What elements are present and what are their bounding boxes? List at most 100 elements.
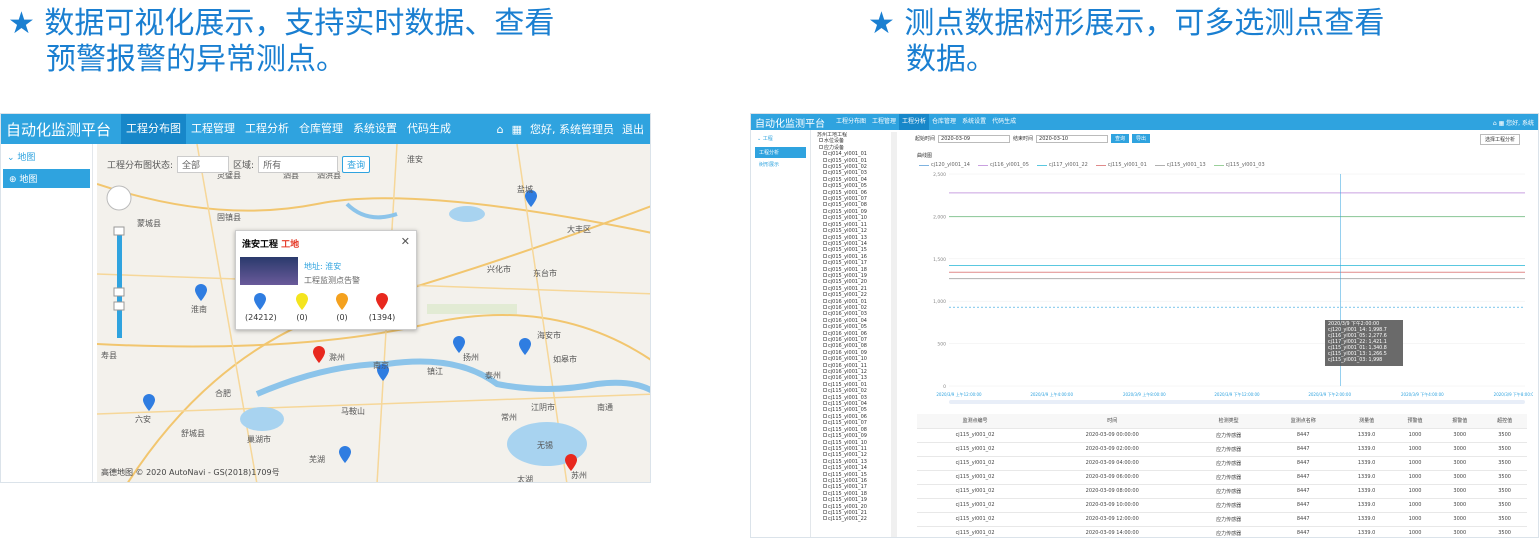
close-icon[interactable]: ✕ <box>401 235 410 248</box>
checkbox[interactable] <box>823 311 827 316</box>
checkbox[interactable] <box>823 471 827 476</box>
tree-scrollbar[interactable] <box>891 132 897 537</box>
checkbox[interactable] <box>823 343 827 348</box>
query-button[interactable]: 查询 <box>1111 134 1130 143</box>
column-header[interactable]: 预警值 <box>1392 414 1438 429</box>
export-button[interactable]: 导出 <box>1132 134 1151 143</box>
checkbox[interactable] <box>823 240 827 245</box>
checkbox[interactable] <box>823 234 827 239</box>
checkbox[interactable] <box>823 439 827 444</box>
user-greeting[interactable]: 您好, 系统管理员 <box>530 121 614 137</box>
column-header[interactable]: 报警值 <box>1437 414 1483 429</box>
legend-item[interactable]: cj120_yl001_14 <box>919 162 970 168</box>
checkbox[interactable] <box>823 183 827 188</box>
nav-item-project-mgmt[interactable]: 工程管理 <box>186 114 240 144</box>
search-button[interactable]: 查询 <box>342 156 371 173</box>
checkbox[interactable] <box>823 497 827 502</box>
nav-item-codegen[interactable]: 代码生成 <box>989 114 1019 130</box>
nav-item-map[interactable]: 工程分布图 <box>121 114 187 144</box>
checkbox[interactable] <box>823 407 827 412</box>
checkbox[interactable] <box>823 292 827 297</box>
table-row[interactable]: cj115_yl001_02 2020-03-09 12:00:00 应力传感器 84… <box>917 512 1527 527</box>
checkbox[interactable] <box>823 266 827 271</box>
map-pin-blue[interactable] <box>453 336 465 353</box>
checkbox[interactable] <box>823 272 827 277</box>
checkbox[interactable] <box>823 208 827 213</box>
nav-item-project-mgmt[interactable]: 工程管理 <box>869 114 899 130</box>
zoom-control[interactable] <box>103 184 135 344</box>
legend-item[interactable]: cj115_yl001_03 <box>1213 162 1265 168</box>
checkbox[interactable] <box>823 304 827 309</box>
table-row[interactable]: cj115_yl001_02 2020-03-09 14:00:00 应力传感器 84… <box>917 526 1527 537</box>
checkbox[interactable] <box>823 484 827 489</box>
checkbox[interactable] <box>819 138 823 143</box>
map-pin-blue[interactable] <box>339 446 351 463</box>
nav-item-warehouse[interactable]: 仓库管理 <box>929 114 959 130</box>
checkbox[interactable] <box>823 324 827 329</box>
checkbox[interactable] <box>823 151 827 156</box>
tree-item[interactable]: cj115_yl001_22 <box>817 516 895 522</box>
map-pin-red[interactable] <box>565 454 577 471</box>
checkbox[interactable] <box>823 401 827 406</box>
table-row[interactable]: cj115_yl001_02 2020-03-09 00:00:00 应力传感器 84… <box>917 428 1527 443</box>
status-select[interactable]: 全部 <box>177 156 230 173</box>
map-pin-blue[interactable] <box>519 338 531 355</box>
checkbox[interactable] <box>823 413 827 418</box>
checkbox[interactable] <box>823 465 827 470</box>
table-row[interactable]: cj115_yl001_02 2020-03-09 02:00:00 应力传感器 84… <box>917 442 1527 457</box>
grid-icon[interactable]: ▦ <box>512 123 522 136</box>
checkbox[interactable] <box>823 420 827 425</box>
checkbox[interactable] <box>823 349 827 354</box>
checkbox[interactable] <box>819 144 823 149</box>
checkbox[interactable] <box>823 503 827 508</box>
checkbox[interactable] <box>823 394 827 399</box>
sidebar-group-project[interactable]: ⌄ 工程 <box>751 130 810 147</box>
nav-item-analysis[interactable]: 工程分析 <box>899 114 930 130</box>
column-header[interactable]: 监测点编号 <box>917 414 1034 429</box>
checkbox[interactable] <box>823 516 827 521</box>
legend-item[interactable]: cj117_yl001_22 <box>1036 162 1088 168</box>
end-date-input[interactable]: 2020-03-10 <box>1036 134 1109 143</box>
start-date-input[interactable]: 2020-03-09 <box>938 134 1011 143</box>
legend-item[interactable]: cj115_yl001_13 <box>1154 162 1206 168</box>
checkbox[interactable] <box>823 189 827 194</box>
sidebar-item-map[interactable]: ⊕ 地图 <box>3 169 90 188</box>
table-row[interactable]: cj115_yl001_02 2020-03-09 04:00:00 应力传感器 84… <box>917 456 1527 471</box>
table-row[interactable]: cj115_yl001_02 2020-03-09 06:00:00 应力传感器 84… <box>917 470 1527 485</box>
checkbox[interactable] <box>823 433 827 438</box>
checkbox[interactable] <box>823 215 827 220</box>
checkbox[interactable] <box>823 490 827 495</box>
select-project-button[interactable]: 选择工程分析 <box>1479 134 1520 145</box>
checkbox[interactable] <box>823 176 827 181</box>
map-pin-blue[interactable] <box>195 284 207 301</box>
map-pin-blue[interactable] <box>143 394 155 411</box>
home-icon[interactable]: ⌂ <box>497 123 504 136</box>
checkbox[interactable] <box>823 164 827 169</box>
checkbox[interactable] <box>823 452 827 457</box>
nav-item-map[interactable]: 工程分布图 <box>833 114 869 130</box>
checkbox[interactable] <box>823 375 827 380</box>
checkbox[interactable] <box>823 228 827 233</box>
column-header[interactable]: 监测点名称 <box>1265 414 1341 429</box>
column-header[interactable]: 超控值 <box>1482 414 1527 429</box>
checkbox[interactable] <box>823 317 827 322</box>
checkbox[interactable] <box>823 260 827 265</box>
checkbox[interactable] <box>823 477 827 482</box>
checkbox[interactable] <box>823 247 827 252</box>
checkbox[interactable] <box>823 298 827 303</box>
checkbox[interactable] <box>823 458 827 463</box>
checkbox[interactable] <box>823 362 827 367</box>
checkbox[interactable] <box>823 196 827 201</box>
checkbox[interactable] <box>823 279 827 284</box>
checkbox[interactable] <box>823 285 827 290</box>
checkbox[interactable] <box>823 509 827 514</box>
checkbox[interactable] <box>823 170 827 175</box>
checkbox[interactable] <box>823 445 827 450</box>
line-chart[interactable]: 0 500 1,000 1,500 2,000 2,500 2020/3/9 上午12:00… <box>921 170 1533 410</box>
checkbox[interactable] <box>823 337 827 341</box>
column-header[interactable]: 检测类型 <box>1191 414 1266 429</box>
region-select[interactable]: 所有 <box>258 156 339 173</box>
column-header[interactable]: 时间 <box>1033 414 1192 429</box>
nav-item-settings[interactable]: 系统设置 <box>959 114 989 130</box>
nav-item-warehouse[interactable]: 仓库管理 <box>294 114 348 144</box>
